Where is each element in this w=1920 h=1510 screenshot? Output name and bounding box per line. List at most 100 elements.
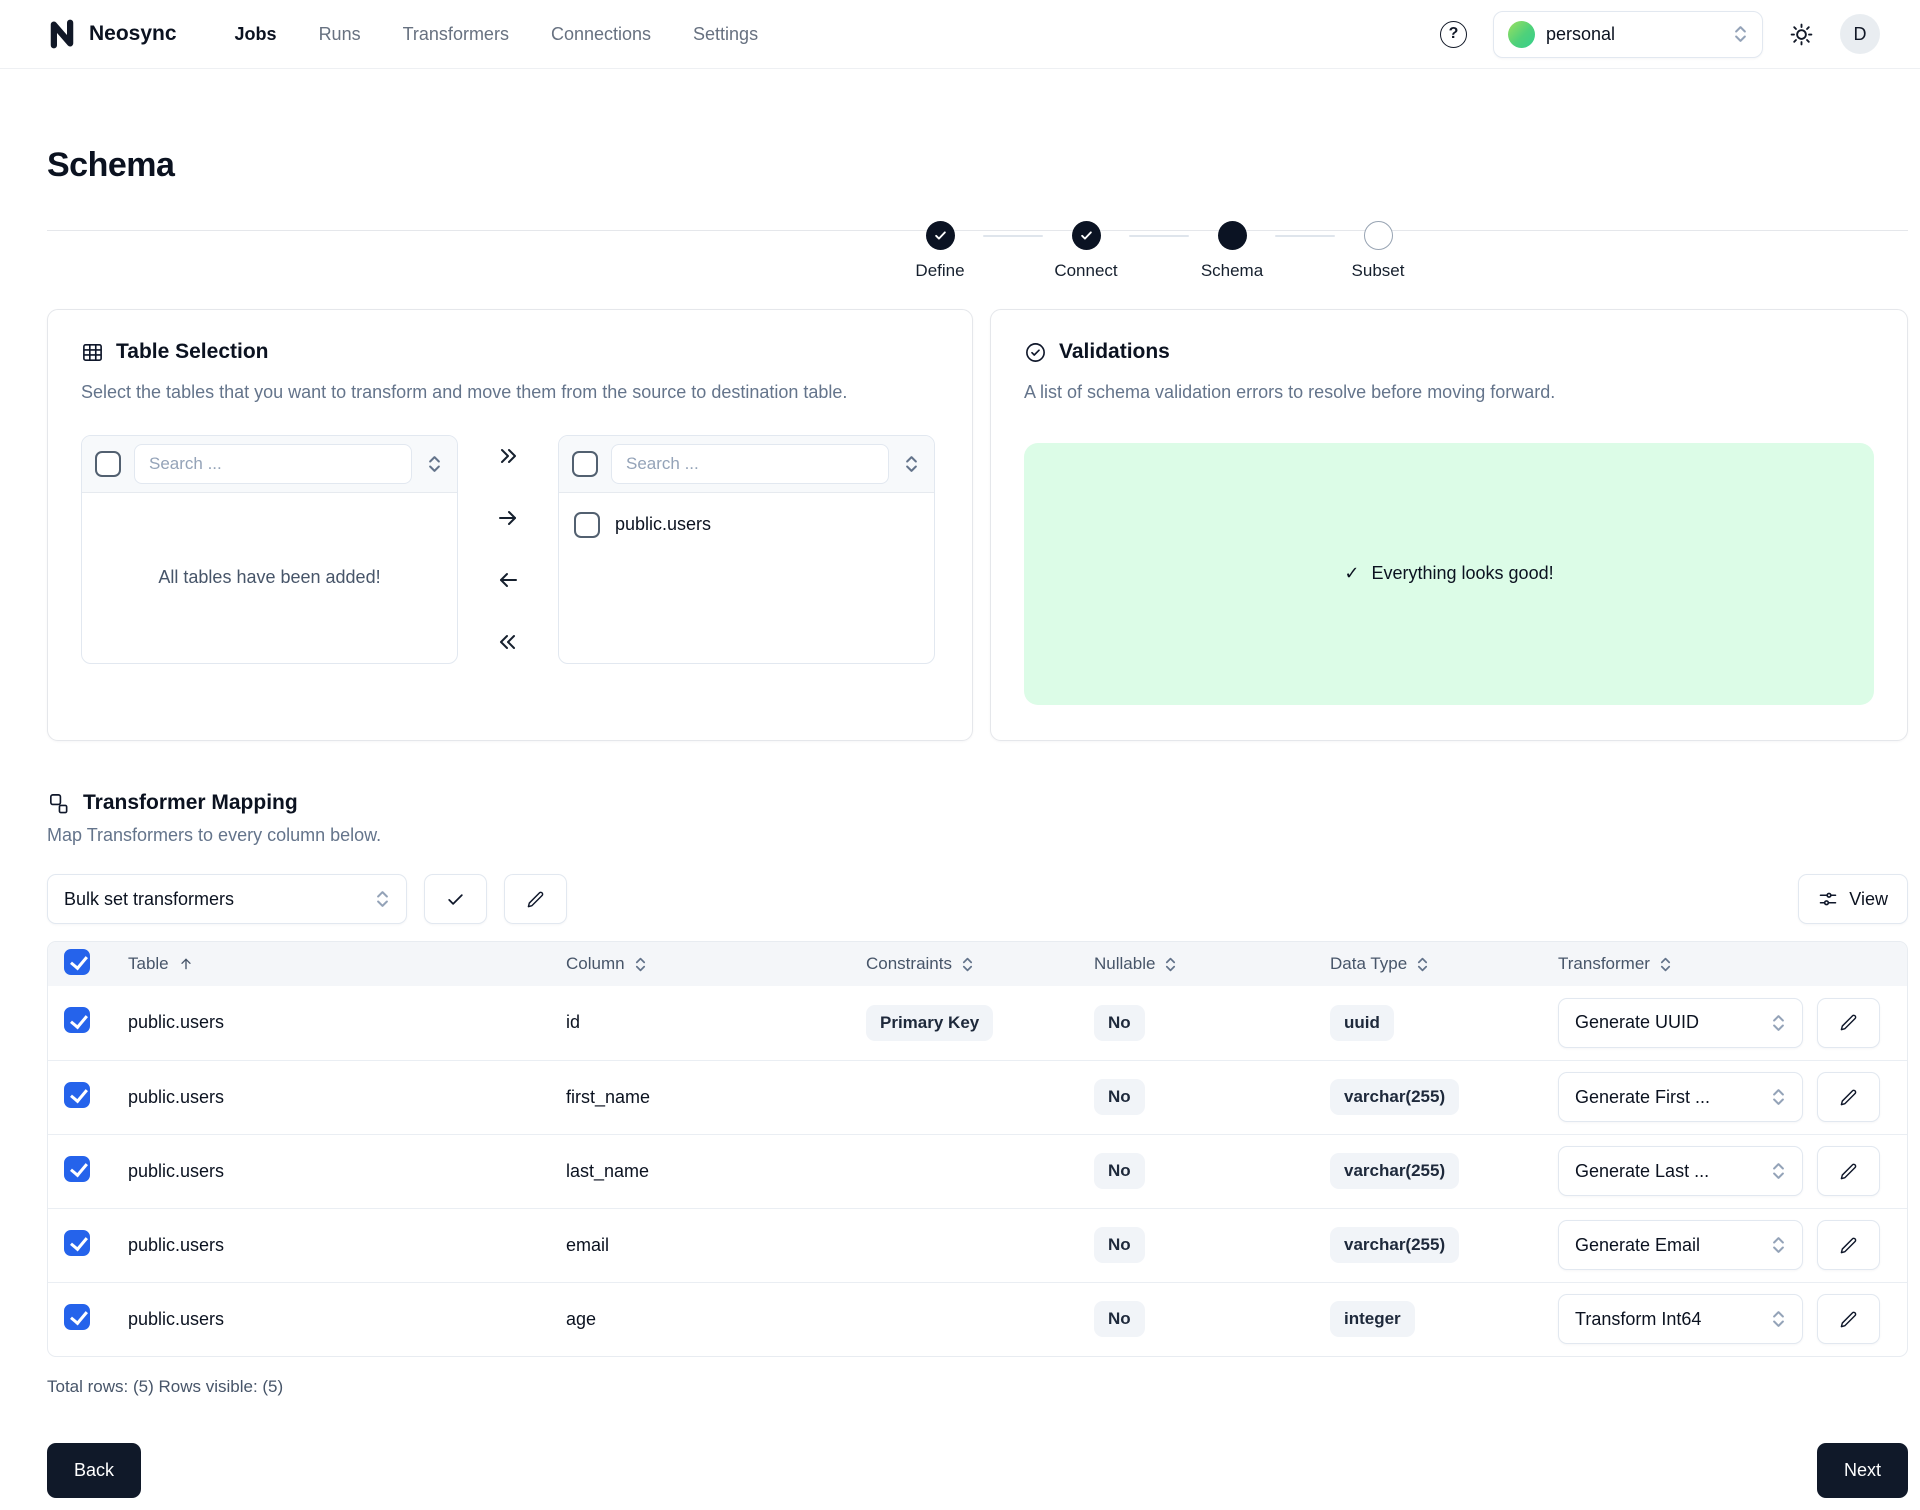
step-current-icon — [1218, 221, 1247, 250]
back-button[interactable]: Back — [47, 1443, 141, 1498]
step-subset[interactable]: Subset — [1335, 221, 1421, 281]
select-value: Generate UUID — [1575, 1012, 1699, 1033]
source-sort-button[interactable] — [425, 452, 444, 476]
chevron-up-down-icon — [375, 889, 390, 909]
select-all-source-checkbox[interactable] — [95, 451, 121, 477]
cell-column: last_name — [550, 1134, 850, 1208]
sort-header-table[interactable]: Table — [128, 954, 534, 974]
section-title: Transformer Mapping — [83, 791, 298, 815]
row-checkbox[interactable] — [64, 1230, 90, 1256]
source-search-input[interactable] — [134, 444, 412, 484]
sort-header-column[interactable]: Column — [566, 954, 834, 974]
step-connect[interactable]: Connect — [1043, 221, 1129, 281]
validations-card: Validations A list of schema validation … — [990, 309, 1908, 741]
help-icon[interactable]: ? — [1440, 21, 1467, 48]
constraint-badge: Primary Key — [866, 1005, 993, 1041]
sort-header-constraints[interactable]: Constraints — [866, 954, 1062, 974]
step-label: Schema — [1201, 261, 1263, 281]
nav-item-runs[interactable]: Runs — [319, 24, 361, 45]
bulk-set-transformers-select[interactable]: Bulk set transformers — [47, 874, 407, 924]
move-left-button[interactable] — [488, 560, 528, 600]
apply-bulk-transformer-button[interactable] — [424, 874, 487, 924]
list-item[interactable]: public.users — [559, 502, 934, 548]
pencil-icon — [1839, 1013, 1858, 1032]
transformer-select[interactable]: Generate First ... — [1558, 1072, 1803, 1122]
brand[interactable]: Neosync — [47, 19, 177, 49]
sort-header-transformer[interactable]: Transformer — [1558, 954, 1891, 974]
card-description: A list of schema validation errors to re… — [1024, 379, 1854, 407]
edit-transformer-button[interactable] — [1817, 998, 1880, 1048]
validation-success-message: Everything looks good! — [1371, 563, 1553, 584]
footer-actions: Back Next — [47, 1443, 1908, 1510]
nullable-badge: No — [1094, 1227, 1145, 1263]
top-navbar: Neosync Jobs Runs Transformers Connectio… — [0, 0, 1920, 69]
column-header-label: Table — [128, 954, 169, 974]
brand-name: Neosync — [89, 22, 177, 46]
source-list-header — [82, 436, 457, 493]
transformer-select[interactable]: Generate UUID — [1558, 998, 1803, 1048]
nullable-badge: No — [1094, 1079, 1145, 1115]
user-avatar[interactable]: D — [1840, 14, 1880, 54]
source-empty-message: All tables have been added! — [82, 493, 457, 663]
destination-sort-button[interactable] — [902, 452, 921, 476]
chevron-up-down-icon — [1416, 956, 1429, 973]
wizard-stepper: Define Connect Schema Subset — [897, 221, 1421, 281]
sort-header-nullable[interactable]: Nullable — [1094, 954, 1298, 974]
edit-transformer-button[interactable] — [1817, 1072, 1880, 1122]
list-item-checkbox[interactable] — [574, 512, 600, 538]
move-all-right-button[interactable] — [488, 436, 528, 476]
row-checkbox[interactable] — [64, 1304, 90, 1330]
chevron-up-down-icon — [1771, 1013, 1786, 1033]
table-header-row: Table Column Constraints Nullable — [48, 942, 1907, 986]
nav-item-connections[interactable]: Connections — [551, 24, 651, 45]
edit-transformer-button[interactable] — [1817, 1294, 1880, 1344]
data-type-badge: uuid — [1330, 1005, 1394, 1041]
select-value: Transform Int64 — [1575, 1309, 1701, 1330]
row-checkbox[interactable] — [64, 1156, 90, 1182]
edit-bulk-transformer-button[interactable] — [504, 874, 567, 924]
table-row: public.users first_name No varchar(255) … — [48, 1060, 1907, 1134]
step-define[interactable]: Define — [897, 221, 983, 281]
account-selector[interactable]: personal — [1493, 11, 1763, 58]
transformer-select[interactable]: Generate Last ... — [1558, 1146, 1803, 1196]
cell-table: public.users — [112, 986, 550, 1060]
nav-item-jobs[interactable]: Jobs — [235, 24, 277, 45]
view-options-button[interactable]: View — [1798, 874, 1908, 924]
edit-transformer-button[interactable] — [1817, 1220, 1880, 1270]
destination-table-list: public.users — [558, 435, 935, 664]
card-title: Validations — [1059, 340, 1170, 364]
theme-toggle-sun-icon[interactable] — [1789, 22, 1814, 47]
dual-listbox: All tables have been added! — [81, 435, 939, 664]
chevron-up-down-icon — [1771, 1087, 1786, 1107]
row-checkbox[interactable] — [64, 1082, 90, 1108]
sliders-icon — [1818, 889, 1838, 909]
column-header-label: Column — [566, 954, 625, 974]
transformer-select[interactable]: Transform Int64 — [1558, 1294, 1803, 1344]
data-type-badge: integer — [1330, 1301, 1415, 1337]
chevron-up-down-icon — [1771, 1161, 1786, 1181]
transformer-mapping-header: Transformer Mapping — [47, 791, 1908, 815]
nav-item-transformers[interactable]: Transformers — [403, 24, 509, 45]
transformer-select[interactable]: Generate Email — [1558, 1220, 1803, 1270]
move-right-button[interactable] — [488, 498, 528, 538]
step-schema[interactable]: Schema — [1189, 221, 1275, 281]
column-header-label: Data Type — [1330, 954, 1407, 974]
next-button[interactable]: Next — [1817, 1443, 1908, 1498]
select-all-destination-checkbox[interactable] — [572, 451, 598, 477]
arrow-up-icon — [178, 956, 194, 972]
validation-success-box: ✓ Everything looks good! — [1024, 443, 1874, 705]
destination-search-input[interactable] — [611, 444, 889, 484]
arrow-right-icon — [496, 506, 520, 530]
nav-item-settings[interactable]: Settings — [693, 24, 758, 45]
row-checkbox[interactable] — [64, 1007, 90, 1033]
navbar-right: ? personal D — [1440, 11, 1880, 58]
card-title: Table Selection — [116, 340, 269, 364]
sort-header-data-type[interactable]: Data Type — [1330, 954, 1526, 974]
step-connector — [1275, 235, 1335, 237]
move-all-left-button[interactable] — [488, 622, 528, 662]
step-upcoming-icon — [1364, 221, 1393, 250]
transformer-mapping-table: Table Column Constraints Nullable — [47, 941, 1908, 1357]
select-all-rows-checkbox[interactable] — [64, 949, 90, 975]
edit-transformer-button[interactable] — [1817, 1146, 1880, 1196]
nullable-badge: No — [1094, 1301, 1145, 1337]
